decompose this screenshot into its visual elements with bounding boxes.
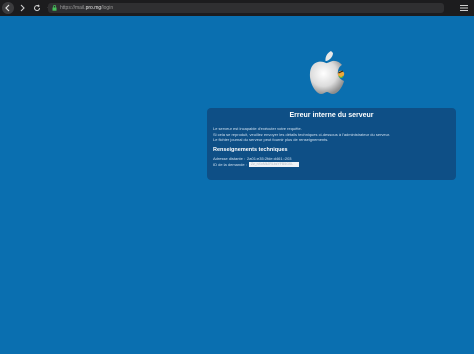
reload-icon[interactable]	[31, 2, 43, 14]
url-text: https://mail.pro.mg/login	[60, 5, 114, 11]
forward-icon[interactable]	[16, 2, 28, 14]
error-title: Erreur interne du serveur	[289, 112, 374, 119]
lock-icon	[52, 5, 57, 11]
request-id-row: ID de la demande : Zz_nXoMkJRLbzYFB5GSL	[213, 162, 450, 168]
remote-address-value: 2a01:e35:2fde:d461::203	[247, 155, 292, 161]
request-id-field[interactable]: Zz_nXoMkJRLbzYFB5GSL	[248, 162, 299, 167]
back-icon[interactable]	[2, 2, 14, 14]
request-id-label: ID de la demande :	[213, 161, 247, 167]
error-panel: Erreur interne du serveur Le serveur est…	[207, 108, 456, 180]
error-message-line: Le fichier journal du serveur peut fourn…	[213, 137, 329, 142]
address-bar[interactable]: https://mail.pro.mg/login	[48, 3, 444, 13]
apple-logo	[307, 48, 347, 96]
technical-info-title: Renseignements techniques	[213, 146, 288, 153]
browser-toolbar: https://mail.pro.mg/login	[0, 0, 474, 16]
menu-icon[interactable]	[458, 2, 470, 14]
